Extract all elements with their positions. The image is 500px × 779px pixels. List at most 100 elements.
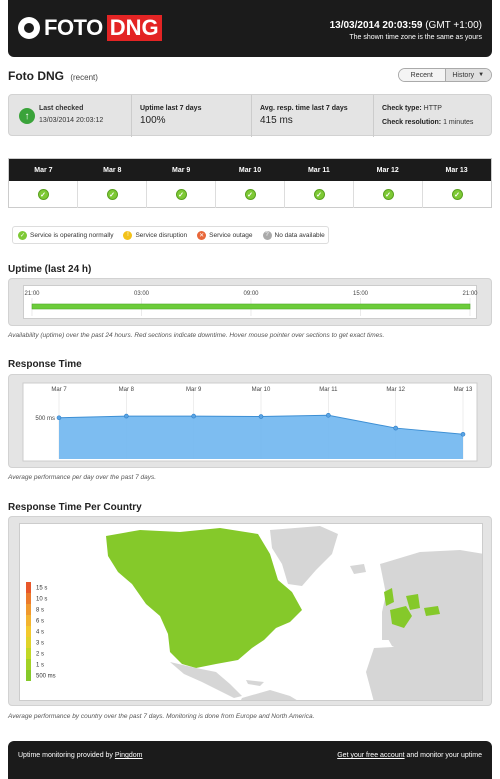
day-header-4: Mar 11	[307, 166, 330, 174]
check-res-value: 1 minutes	[443, 119, 474, 126]
days-status-row: ✓ ✓ ✓ ✓ ✓ ✓ ✓	[9, 181, 491, 208]
resp-label: Avg. resp. time last 7 days	[260, 105, 348, 112]
day-status-cell[interactable]: ✓	[78, 181, 147, 208]
day-header-1: Mar 8	[103, 166, 122, 174]
response-point[interactable]	[56, 415, 62, 421]
response-point[interactable]	[191, 413, 196, 419]
logo-text: FOTO	[44, 15, 103, 40]
day-header-3: Mar 10	[238, 166, 262, 174]
uptime-tick-label: 15:00	[353, 291, 369, 297]
free-account-link[interactable]: Get your free account	[337, 752, 404, 759]
status-ok-icon: ✓	[244, 189, 256, 200]
eye-logo-icon	[18, 17, 40, 39]
legend-label: Service is operating normally	[30, 231, 114, 239]
status-ok-icon: ✓	[382, 189, 394, 200]
legend-item: ✕ Service outage	[197, 230, 253, 240]
datetime-value: 13/03/2014 20:03:59	[329, 20, 423, 31]
legend-item: ✓ Service is operating normally	[18, 230, 114, 240]
tab-history[interactable]: History ▼	[445, 69, 491, 81]
daily-status-table: Mar 7 Mar 8 Mar 9 Mar 10 Mar 11 Mar 12 Mar 13 …	[8, 158, 492, 208]
response-point[interactable]	[393, 425, 398, 431]
view-tabs: Recent History ▼	[398, 68, 492, 82]
uptime-bar[interactable]	[31, 303, 471, 310]
day-header-2: Mar 9	[172, 166, 191, 174]
scale-label: 10 s	[36, 597, 47, 603]
current-datetime: 13/03/2014 20:03:59 (GMT +1:00)	[330, 20, 482, 31]
check-type-value: HTTP	[423, 105, 442, 112]
uptime-heading: Uptime (last 24 h)	[8, 264, 92, 275]
spain-region[interactable]	[382, 626, 400, 640]
response-point[interactable]	[326, 412, 331, 418]
country-caption: Average performance by country over the …	[8, 713, 315, 720]
day-header-5: Mar 12	[376, 166, 399, 174]
check-type-label: Check type:	[382, 105, 422, 112]
response-x-tick: Mar 10	[252, 387, 271, 393]
scale-label: 15 s	[36, 586, 47, 592]
status-ok-icon: ✓	[451, 189, 463, 200]
status-ok-icon: ✓	[313, 189, 325, 200]
response-x-tick: Mar 13	[454, 387, 473, 393]
country-heading: Response Time Per Country	[8, 502, 142, 513]
day-header-6: Mar 13	[445, 166, 468, 174]
day-status-cell[interactable]: ✓	[285, 181, 354, 208]
response-x-tick: Mar 11	[319, 387, 338, 393]
day-status-cell[interactable]: ✓	[423, 181, 491, 208]
resp-value: 415 ms	[260, 115, 293, 126]
scale-swatch	[26, 582, 31, 593]
pingdom-link[interactable]: Pingdom	[115, 752, 143, 759]
response-point[interactable]	[460, 431, 466, 437]
status-nodata-icon: ?	[262, 230, 272, 240]
scale-label: 500 ms	[36, 674, 56, 680]
legend-label: Service disruption	[135, 231, 188, 239]
day-status-cell[interactable]: ✓	[9, 181, 78, 208]
dropdown-arrow-icon: ▼	[478, 72, 485, 78]
uptime-summary: Uptime last 7 days 100%	[131, 95, 251, 137]
response-scale-legend: 15 s 10 s 8 s 6 s 4 s 3 s 2 s 1 s 500 ms	[26, 582, 56, 681]
response-x-tick: Mar 8	[119, 387, 135, 393]
legend-item: ? No data available	[262, 230, 325, 240]
uptime-bar-area: 21:00 03:00 09:00 15:00 21:00	[23, 285, 478, 319]
status-ok-icon: ✓	[37, 189, 49, 200]
days-header: Mar 7 Mar 8 Mar 9 Mar 10 Mar 11 Mar 12 Mar 13	[9, 159, 491, 181]
status-ok-icon: ✓	[106, 189, 118, 200]
day-status-cell[interactable]: ✓	[216, 181, 285, 208]
scale-swatch	[26, 626, 31, 637]
logo[interactable]: FOTO DNG	[18, 14, 162, 42]
footer-right-text: and monitor your uptime	[406, 752, 482, 759]
page-title: Foto DNG (recent)	[8, 69, 98, 83]
day-header-0: Mar 7	[34, 166, 53, 174]
site-footer: Uptime monitoring provided by Pingdom Ge…	[8, 741, 492, 779]
scale-label: 8 s	[36, 608, 44, 614]
last-checked-value: 13/03/2014 20:03:12	[39, 117, 104, 124]
response-panel: Mar 7 Mar 8 Mar 9 Mar 10 Mar 11 Mar 12 Mar 13 5…	[8, 374, 492, 468]
legend-label: Service outage	[209, 231, 253, 239]
page-title-text: Foto DNG	[8, 69, 64, 83]
uptime-tick-label: 21:00	[462, 291, 478, 297]
response-chart: Mar 7 Mar 8 Mar 9 Mar 10 Mar 11 Mar 12 Mar 13 5…	[22, 382, 478, 462]
uptime-tick-label: 09:00	[243, 291, 259, 297]
status-disruption-icon: !	[123, 230, 133, 240]
scale-swatch	[26, 593, 31, 604]
uptime-value: 100%	[140, 115, 166, 126]
scale-label: 6 s	[36, 619, 44, 625]
uptime-chart: 21:00 03:00 09:00 15:00 21:00	[24, 291, 478, 316]
response-summary: Avg. resp. time last 7 days 415 ms	[251, 95, 373, 137]
last-checked: Last checked 13/03/2014 20:03:12	[39, 105, 103, 124]
last-checked-label: Last checked	[39, 105, 84, 112]
status-ok-icon: ✓	[175, 189, 187, 200]
site-header: FOTO DNG 13/03/2014 20:03:59 (GMT +1:00)…	[8, 0, 492, 57]
check-info: Check type: HTTP Check resolution: 1 min…	[373, 95, 491, 137]
tab-history-label: History	[452, 71, 475, 79]
logo-badge: DNG	[106, 15, 162, 41]
scale-swatch	[26, 604, 31, 615]
footer-right: Get your free account and monitor your u…	[337, 752, 482, 759]
day-status-cell[interactable]: ✓	[354, 181, 423, 208]
response-x-tick: Mar 9	[186, 387, 202, 393]
day-status-cell[interactable]: ✓	[147, 181, 216, 208]
response-point[interactable]	[124, 413, 129, 419]
uptime-panel: 21:00 03:00 09:00 15:00 21:00	[8, 278, 492, 326]
timezone-note: The shown time zone is the same as yours	[349, 34, 482, 41]
response-point[interactable]	[258, 414, 264, 419]
tab-recent[interactable]: Recent	[399, 69, 446, 81]
legend-label: No data available	[274, 231, 325, 239]
